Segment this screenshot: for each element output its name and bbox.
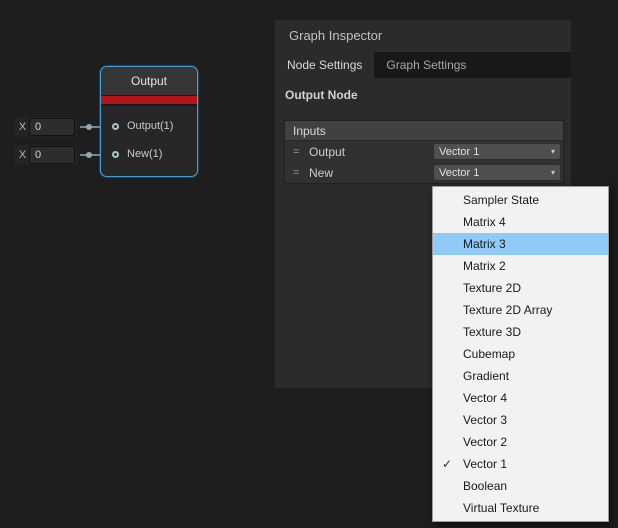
chevron-down-icon: ▾ <box>551 147 555 156</box>
menu-item-matrix-2[interactable]: Matrix 2 <box>433 255 608 277</box>
menu-item-label: Texture 2D <box>463 281 521 295</box>
type-dropdown-output[interactable]: Vector 1 ▾ <box>433 143 561 160</box>
input-row-output: = Output Vector 1 ▾ <box>285 141 563 162</box>
menu-item-matrix-4[interactable]: Matrix 4 <box>433 211 608 233</box>
menu-item-label: Matrix 3 <box>463 237 506 251</box>
menu-item-vector-1[interactable]: ✓ Vector 1 <box>433 453 608 475</box>
checkmark-icon: ✓ <box>442 453 452 475</box>
input-row-new: = New Vector 1 ▾ <box>285 162 563 183</box>
tab-graph-settings[interactable]: Graph Settings <box>374 52 478 78</box>
menu-item-gradient[interactable]: Gradient <box>433 365 608 387</box>
menu-item-matrix-3[interactable]: Matrix 3 <box>433 233 608 255</box>
inspector-tabbar: Node Settings Graph Settings <box>275 52 571 78</box>
axis-x-label: X <box>16 121 29 133</box>
input-port-icon[interactable] <box>112 123 119 130</box>
graph-canvas[interactable]: X 0 X 0 Output Output(1) New(1) Graph In… <box>0 0 618 528</box>
inputs-list: Inputs = Output Vector 1 ▾ = New Vector … <box>284 120 564 184</box>
menu-item-vector-4[interactable]: Vector 4 <box>433 387 608 409</box>
menu-item-label: Boolean <box>463 479 507 493</box>
menu-item-boolean[interactable]: Boolean <box>433 475 608 497</box>
type-dropdown-new[interactable]: Vector 1 ▾ <box>433 164 561 181</box>
output-node[interactable]: Output Output(1) New(1) <box>100 66 198 177</box>
menu-item-label: Texture 2D Array <box>463 303 552 317</box>
port-row-new: New(1) <box>101 140 197 168</box>
inline-value-field-output: X 0 <box>14 117 77 137</box>
menu-item-label: Matrix 4 <box>463 215 506 229</box>
menu-item-label: Vector 4 <box>463 391 507 405</box>
node-title: Output <box>101 67 197 96</box>
menu-item-label: Sampler State <box>463 193 539 207</box>
menu-item-label: Gradient <box>463 369 509 383</box>
menu-item-virtual-texture[interactable]: Virtual Texture <box>433 497 608 519</box>
menu-item-texture-2d[interactable]: Texture 2D <box>433 277 608 299</box>
type-dropdown-menu: Sampler State Matrix 4 Matrix 3 Matrix 2 Tex… <box>432 186 609 522</box>
menu-item-texture-3d[interactable]: Texture 3D <box>433 321 608 343</box>
port-label: Output(1) <box>127 120 173 132</box>
menu-item-label: Cubemap <box>463 347 515 361</box>
output-port-dot[interactable] <box>86 124 92 130</box>
menu-item-label: Vector 2 <box>463 435 507 449</box>
menu-item-label: Virtual Texture <box>463 501 539 515</box>
output-port-dot[interactable] <box>86 152 92 158</box>
menu-item-vector-3[interactable]: Vector 3 <box>433 409 608 431</box>
port-label: New(1) <box>127 148 162 160</box>
menu-item-label: Matrix 2 <box>463 259 506 273</box>
menu-item-label: Vector 1 <box>463 457 507 471</box>
menu-item-sampler-state[interactable]: Sampler State <box>433 189 608 211</box>
node-ports: Output(1) New(1) <box>101 106 197 168</box>
node-preview-bar <box>101 96 197 106</box>
menu-item-texture-2d-array[interactable]: Texture 2D Array <box>433 299 608 321</box>
inline-value-field-new: X 0 <box>14 145 77 165</box>
drag-handle-icon[interactable]: = <box>293 167 309 179</box>
panel-title: Graph Inspector <box>275 20 571 52</box>
section-title: Output Node <box>275 78 571 102</box>
port-row-output: Output(1) <box>101 112 197 140</box>
chevron-down-icon: ▾ <box>551 168 555 177</box>
drag-handle-icon[interactable]: = <box>293 146 309 158</box>
menu-item-label: Texture 3D <box>463 325 521 339</box>
axis-x-label: X <box>16 149 29 161</box>
menu-item-label: Vector 3 <box>463 413 507 427</box>
menu-item-vector-2[interactable]: Vector 2 <box>433 431 608 453</box>
value-input[interactable]: 0 <box>29 118 75 136</box>
tab-node-settings[interactable]: Node Settings <box>275 52 374 78</box>
inputs-list-header: Inputs <box>285 121 563 141</box>
input-row-label: Output <box>309 145 345 159</box>
menu-item-cubemap[interactable]: Cubemap <box>433 343 608 365</box>
dropdown-value: Vector 1 <box>439 146 479 158</box>
dropdown-value: Vector 1 <box>439 167 479 179</box>
value-input[interactable]: 0 <box>29 146 75 164</box>
input-port-icon[interactable] <box>112 151 119 158</box>
input-row-label: New <box>309 166 333 180</box>
